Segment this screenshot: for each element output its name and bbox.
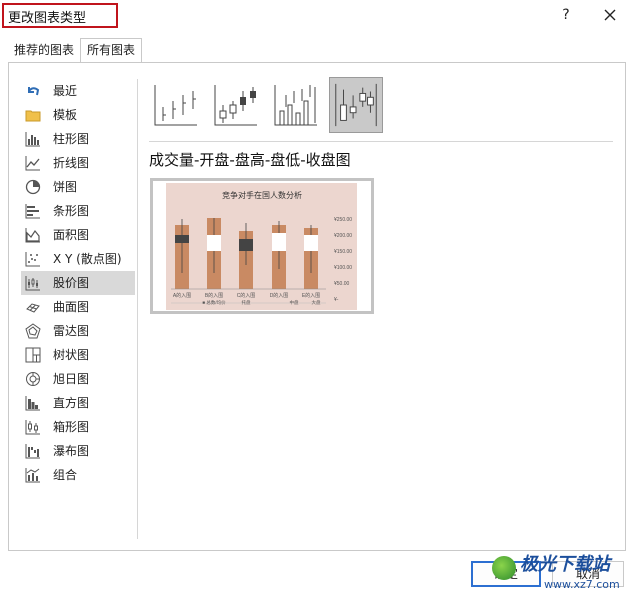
sidebar-item-label: 条形图 [53, 204, 90, 218]
subtype-volume-high-low-close[interactable] [269, 77, 323, 133]
bar-chart-icon [25, 204, 40, 219]
preview-category: A的入围 [173, 292, 191, 299]
sidebar-item-box-whisker[interactable]: 箱形图 [21, 415, 135, 439]
tab-all-charts[interactable]: 所有图表 [80, 38, 143, 62]
preview-sublabel: 大盘 [312, 299, 321, 306]
sidebar-item-label: 股价图 [53, 276, 90, 290]
sidebar-item-stock[interactable]: 股价图 [21, 271, 135, 295]
subtype-open-high-low-close[interactable] [209, 77, 263, 133]
sidebar-item-label: 模板 [53, 108, 78, 122]
sidebar-item-combo[interactable]: 组合 [21, 463, 135, 487]
help-button[interactable]: ? [557, 5, 575, 25]
sidebar-item-label: 折线图 [53, 156, 90, 170]
surface-chart-icon [26, 303, 40, 313]
column-chart-icon [25, 132, 40, 147]
sidebar-item-label: 柱形图 [53, 132, 90, 146]
preview-category: E的入围 [302, 292, 320, 299]
radar-chart-icon [25, 323, 41, 339]
sidebar-item-label: 饼图 [53, 180, 78, 194]
sidebar-item-label: 雷达图 [53, 324, 90, 338]
title-highlight-box [2, 3, 118, 28]
sidebar-item-bar[interactable]: 条形图 [21, 199, 135, 223]
preview-tick: ¥- [334, 297, 339, 303]
histogram-icon [25, 396, 40, 411]
watermark-logo-icon [492, 556, 516, 580]
tab-recommended[interactable]: 推荐的图表 [8, 40, 80, 60]
sidebar-item-label: 直方图 [53, 396, 90, 410]
sidebar-item-sunburst[interactable]: 旭日图 [21, 367, 135, 391]
waterfall-icon [25, 444, 40, 459]
watermark: 极光下载站 www.xz7.com [484, 548, 634, 600]
panel-divider [137, 79, 138, 539]
open-high-low-close-icon [214, 85, 257, 126]
preview-category: C的入围 [237, 292, 256, 299]
treemap-icon [25, 347, 41, 363]
chart-category-list: 最近 模板 柱形图 折线图 饼图 条形图 面积图 X Y (散点图) 股价图 曲… [21, 79, 135, 487]
preview-tick: ¥150.00 [334, 249, 352, 255]
close-icon [604, 9, 616, 21]
sidebar-item-label: 旭日图 [53, 372, 90, 386]
volume-high-low-close-icon [274, 85, 317, 126]
chart-type-panel: 最近 模板 柱形图 折线图 饼图 条形图 面积图 X Y (散点图) 股价图 曲… [8, 62, 626, 551]
volume-open-high-low-close-icon [335, 83, 377, 127]
preview-category: D的入围 [270, 292, 289, 299]
subtype-high-low-close[interactable] [149, 77, 203, 133]
high-low-close-icon [154, 85, 197, 126]
sidebar-item-label: 箱形图 [53, 420, 90, 434]
preview-tick: ¥250.00 [334, 217, 352, 223]
preview-category: B的入围 [205, 292, 223, 299]
pie-chart-icon [25, 179, 41, 195]
sidebar-item-histogram[interactable]: 直方图 [21, 391, 135, 415]
sidebar-item-surface[interactable]: 曲面图 [21, 295, 135, 319]
sidebar-item-label: 面积图 [53, 228, 90, 242]
sidebar-item-radar[interactable]: 雷达图 [21, 319, 135, 343]
sidebar-item-label: 最近 [53, 84, 78, 98]
sidebar-item-label: 瀑布图 [53, 444, 90, 458]
preview-sublabel: 中盘 [290, 299, 299, 306]
chart-preview-canvas: 竞争对手在国人数分析 ¥250.00 ¥200.00 ¥150.00 ¥100.… [166, 183, 357, 310]
subtype-volume-open-high-low-close[interactable] [329, 77, 383, 133]
stock-chart-icon [25, 276, 40, 291]
selected-chart-name: 成交量-开盘-盘高-盘低-收盘图 [149, 151, 351, 169]
sidebar-item-scatter[interactable]: X Y (散点图) [21, 247, 135, 271]
sidebar-item-area[interactable]: 面积图 [21, 223, 135, 247]
sidebar-item-pie[interactable]: 饼图 [21, 175, 135, 199]
sidebar-item-label: 曲面图 [53, 300, 90, 314]
sidebar-item-treemap[interactable]: 树状图 [21, 343, 135, 367]
sidebar-item-label: 组合 [53, 468, 78, 482]
watermark-main-text: 极光下载站 [520, 554, 610, 575]
folder-icon [25, 110, 41, 122]
preview-tick: ¥50.00 [334, 281, 350, 287]
box-whisker-icon [25, 420, 40, 435]
title-bar: 更改图表类型 ? [0, 0, 634, 32]
preview-tick: ¥100.00 [334, 265, 352, 271]
preview-sublabel: 托盘 [242, 299, 251, 305]
chart-preview[interactable]: 竞争对手在国人数分析 ¥250.00 ¥200.00 ¥150.00 ¥100.… [150, 178, 374, 314]
subtype-gallery [149, 77, 489, 137]
preview-tick: ¥200.00 [334, 233, 352, 239]
sidebar-item-label: X Y (散点图) [53, 252, 122, 266]
subtype-separator [149, 141, 613, 142]
area-chart-icon [25, 228, 40, 243]
preview-legend: ■ 总数/均价 [202, 299, 226, 306]
sidebar-item-waterfall[interactable]: 瀑布图 [21, 439, 135, 463]
sidebar-item-templates[interactable]: 模板 [21, 103, 135, 127]
sidebar-item-label: 树状图 [53, 348, 90, 362]
sidebar-item-recent[interactable]: 最近 [21, 79, 135, 103]
watermark-url: www.xz7.com [544, 578, 620, 591]
preview-title: 竞争对手在国人数分析 [222, 190, 302, 200]
line-chart-icon [25, 156, 40, 171]
sidebar-item-column[interactable]: 柱形图 [21, 127, 135, 151]
close-button[interactable] [600, 5, 620, 25]
combo-chart-icon [25, 468, 40, 483]
sidebar-item-line[interactable]: 折线图 [21, 151, 135, 175]
chart-preview-svg: 竞争对手在国人数分析 ¥250.00 ¥200.00 ¥150.00 ¥100.… [171, 190, 352, 306]
sunburst-icon [26, 372, 40, 386]
tab-bar: 推荐的图表 所有图表 [0, 38, 634, 62]
scatter-chart-icon [25, 252, 40, 267]
undo-icon [28, 87, 40, 96]
